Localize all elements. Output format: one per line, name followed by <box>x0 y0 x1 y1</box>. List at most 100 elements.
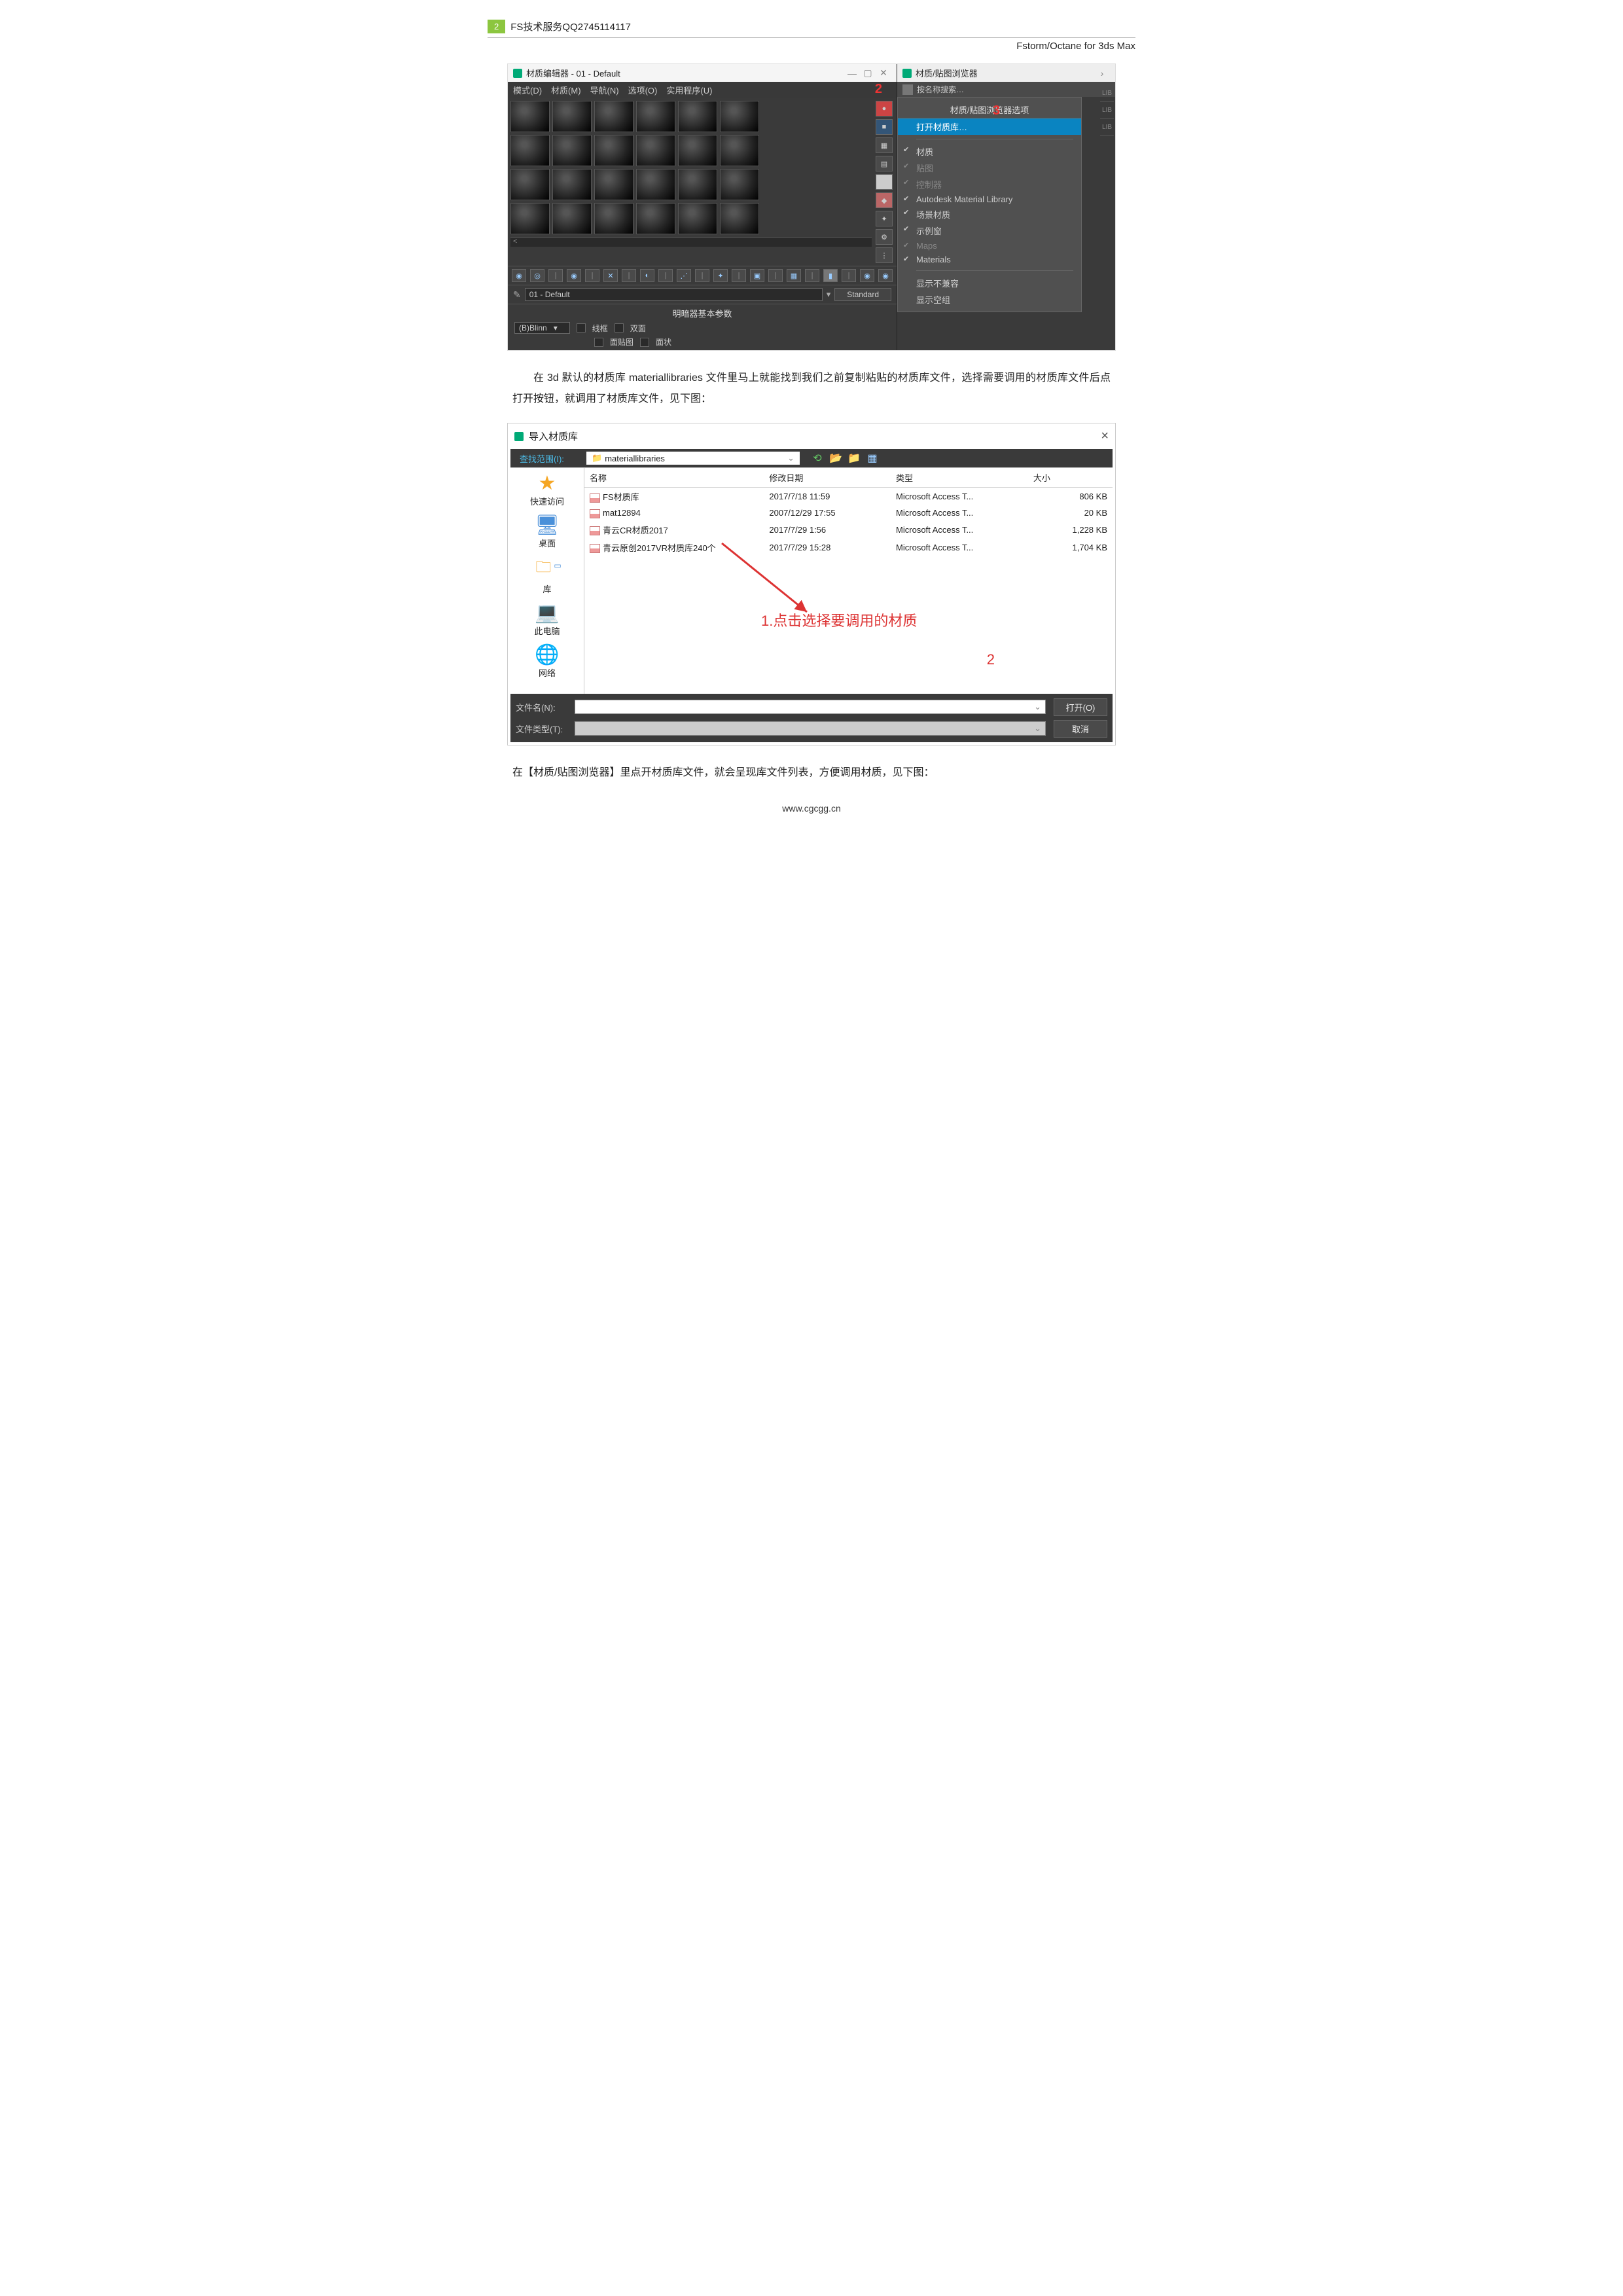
material-swatch[interactable] <box>594 101 633 132</box>
material-swatch[interactable] <box>510 135 550 166</box>
chevron-down-icon[interactable]: ⌄ <box>1034 723 1041 734</box>
menu-item-maps[interactable]: Maps <box>898 239 1081 253</box>
current-material-name-input[interactable]: 01 - Default <box>525 288 823 301</box>
material-swatch[interactable] <box>678 169 717 200</box>
toolbar-icon[interactable]: ⋰ <box>677 269 691 282</box>
wireframe-checkbox[interactable] <box>577 323 586 332</box>
chevron-down-icon[interactable]: ⌄ <box>1034 702 1041 712</box>
col-size[interactable]: 大小 <box>1028 468 1113 488</box>
toolbar-icon[interactable]: ◉ <box>878 269 893 282</box>
facemap-checkbox[interactable] <box>594 338 603 347</box>
col-name[interactable]: 名称 <box>584 468 764 488</box>
new-folder-icon[interactable]: 📁 <box>848 452 860 464</box>
menu-item-controller[interactable]: 控制器 <box>898 176 1081 192</box>
material-swatch[interactable] <box>510 203 550 234</box>
toolbar-icon[interactable]: ◉ <box>860 269 874 282</box>
side-tool-icon[interactable]: ◆ <box>876 192 893 208</box>
file-row[interactable]: FS材质库 2017/7/18 11:59 Microsoft Access T… <box>584 488 1113 506</box>
menu-item-show-incompatible[interactable]: 显示不兼容 <box>898 275 1081 291</box>
col-date[interactable]: 修改日期 <box>764 468 891 488</box>
material-swatch[interactable] <box>678 203 717 234</box>
side-tool-icon[interactable]: ■ <box>876 119 893 135</box>
toolbar-icon[interactable]: ▣ <box>750 269 764 282</box>
search-dropdown-icon[interactable] <box>902 84 913 95</box>
menu-item-autodesk-library[interactable]: Autodesk Material Library <box>898 192 1081 206</box>
view-mode-icon[interactable]: ▦ <box>866 452 878 464</box>
place-network[interactable]: 🌐网络 <box>535 643 559 679</box>
material-swatch[interactable] <box>636 169 675 200</box>
material-swatch[interactable] <box>636 203 675 234</box>
up-icon[interactable]: 📂 <box>830 452 842 464</box>
material-swatch[interactable] <box>510 169 550 200</box>
material-swatch[interactable] <box>636 101 675 132</box>
menu-item-materials[interactable]: Materials <box>898 253 1081 266</box>
swatch-scrollbar[interactable] <box>510 237 872 247</box>
material-swatch[interactable] <box>552 169 592 200</box>
menu-item-scene-material[interactable]: 场景材质 <box>898 206 1081 223</box>
back-icon[interactable]: ⟲ <box>812 452 823 464</box>
menu-navigate[interactable]: 导航(N) <box>590 84 619 96</box>
maximize-button[interactable]: ▢ <box>860 67 876 79</box>
material-swatch[interactable] <box>552 101 592 132</box>
menu-mode[interactable]: 模式(D) <box>513 84 542 96</box>
material-swatch[interactable] <box>720 101 759 132</box>
side-tool-icon[interactable]: ● <box>876 101 893 117</box>
browser-search-input[interactable]: 按名称搜索… <box>917 84 1110 95</box>
chevron-down-icon[interactable]: ⌄ <box>787 453 794 463</box>
side-tool-icon[interactable]: ✦ <box>876 211 893 226</box>
menu-item-material[interactable]: 材质 <box>898 143 1081 160</box>
material-type-button[interactable]: Standard <box>834 288 891 301</box>
close-icon[interactable]: × <box>1101 429 1109 444</box>
faceted-checkbox[interactable] <box>640 338 649 347</box>
toolbar-delete-icon[interactable]: ✕ <box>603 269 618 282</box>
file-row[interactable]: 青云CR材质2017 2017/7/29 1:56 Microsoft Acce… <box>584 521 1113 539</box>
toolbar-icon[interactable]: ◐ <box>640 269 654 282</box>
side-tool-icon[interactable]: ▤ <box>876 156 893 171</box>
menu-item-sample-window[interactable]: 示例窗 <box>898 223 1081 239</box>
toolbar-icon[interactable]: ◉ <box>567 269 581 282</box>
side-tool-icon[interactable]: ▥ <box>876 174 893 190</box>
material-swatch[interactable] <box>720 135 759 166</box>
material-swatch[interactable] <box>594 203 633 234</box>
side-tool-icon[interactable]: ▦ <box>876 137 893 153</box>
toolbar-icon[interactable]: ▮ <box>823 269 838 282</box>
close-button[interactable]: ✕ <box>876 67 891 79</box>
menu-utilities[interactable]: 实用程序(U) <box>666 84 712 96</box>
menu-item-show-empty[interactable]: 显示空组 <box>898 291 1081 308</box>
material-swatch[interactable] <box>594 135 633 166</box>
toolbar-icon[interactable]: ◉ <box>512 269 526 282</box>
material-swatch[interactable] <box>720 203 759 234</box>
menu-open-library[interactable]: 打开材质库… <box>898 118 1081 135</box>
material-swatch[interactable] <box>720 169 759 200</box>
file-row[interactable]: mat12894 2007/12/29 17:55 Microsoft Acce… <box>584 505 1113 521</box>
open-button[interactable]: 打开(O) <box>1054 698 1107 716</box>
menu-options[interactable]: 选项(O) <box>628 84 658 96</box>
material-swatch[interactable] <box>636 135 675 166</box>
twoside-checkbox[interactable] <box>615 323 624 332</box>
browser-expand-icon[interactable]: › <box>1094 68 1110 79</box>
material-swatch[interactable] <box>510 101 550 132</box>
filetype-dropdown[interactable]: 材质库(*.mat)⌄ <box>575 721 1046 736</box>
material-swatch[interactable] <box>552 203 592 234</box>
place-desktop[interactable]: 🖥桌面 <box>535 514 560 549</box>
side-tool-icon[interactable]: ⚙ <box>876 229 893 245</box>
place-this-pc[interactable]: 💻此电脑 <box>534 601 560 637</box>
place-quick-access[interactable]: ★快速访问 <box>530 472 564 507</box>
toolbar-icon[interactable]: ✦ <box>713 269 728 282</box>
material-swatch[interactable] <box>594 169 633 200</box>
lookin-folder-dropdown[interactable]: 📁 materiallibraries ⌄ <box>586 452 800 465</box>
menu-material[interactable]: 材质(M) <box>551 84 581 96</box>
material-swatch[interactable] <box>678 135 717 166</box>
toolbar-icon[interactable]: ▦ <box>787 269 801 282</box>
material-swatch[interactable] <box>678 101 717 132</box>
minimize-button[interactable]: — <box>844 68 860 79</box>
cancel-button[interactable]: 取消 <box>1054 720 1107 738</box>
eyedropper-icon[interactable]: ✎ <box>513 289 521 300</box>
file-row[interactable]: 青云原创2017VR材质库240个 2017/7/29 15:28 Micros… <box>584 539 1113 556</box>
material-swatch[interactable] <box>552 135 592 166</box>
rollout-header[interactable]: 明暗器基本参数 <box>508 306 897 321</box>
shader-combobox[interactable]: (B)Blinn ▾ <box>514 322 570 334</box>
name-dropdown-icon[interactable]: ▾ <box>827 289 831 300</box>
menu-item-map[interactable]: 贴图 <box>898 160 1081 176</box>
toolbar-icon[interactable]: ◎ <box>530 269 544 282</box>
